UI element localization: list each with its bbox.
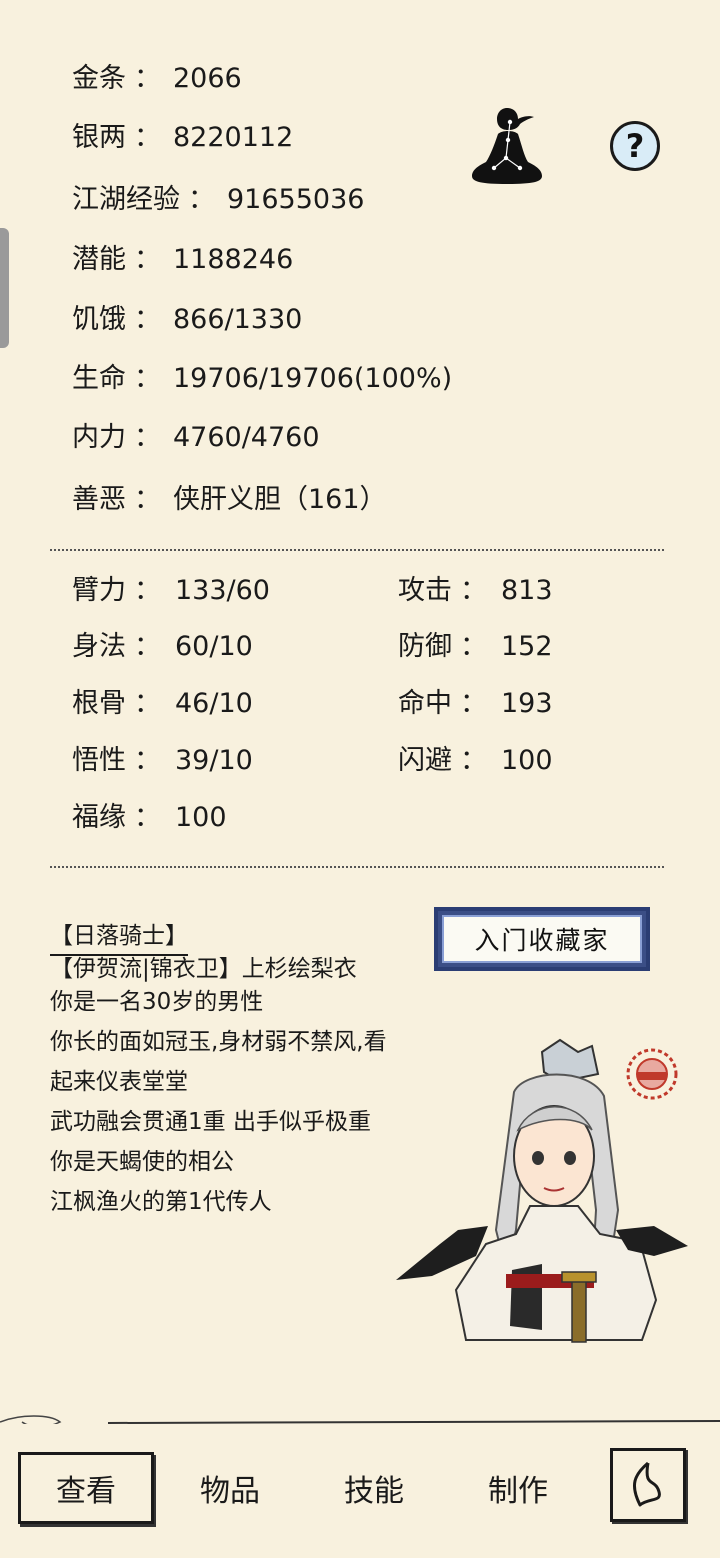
- attr-value: 39/10: [175, 745, 253, 776]
- bio-line: 你是天蝎使的相公: [50, 1149, 234, 1175]
- attr-separator: ：: [134, 631, 161, 662]
- bio-line: 武功融会贯通1重 出手似乎极重: [50, 1109, 371, 1135]
- stat-separator: ：: [134, 484, 161, 515]
- tab-items[interactable]: 物品: [162, 1452, 298, 1524]
- section-divider: [50, 549, 664, 551]
- stat-label: 金条: [72, 63, 126, 94]
- attr-value: 60/10: [175, 631, 253, 662]
- attr-separator: ：: [134, 745, 161, 776]
- stat-separator: ：: [134, 304, 161, 335]
- attr-separator: ：: [134, 802, 161, 833]
- attr-evasion: 闪避 ： 100: [398, 743, 553, 779]
- badge-label: 入门收藏家: [442, 915, 642, 963]
- attr-separator: ：: [460, 745, 487, 776]
- section-divider: [50, 866, 664, 868]
- attr-value: 46/10: [175, 688, 253, 719]
- stat-value: 侠肝义胆（161）: [173, 484, 387, 515]
- bio-line: 起来仪表堂堂: [50, 1069, 188, 1095]
- stat-value: 866/1330: [173, 304, 303, 335]
- attr-comprehension: 悟性 ： 39/10: [72, 743, 253, 779]
- attr-label: 身法: [72, 631, 126, 662]
- stat-value: 91655036: [227, 184, 365, 215]
- stat-value: 2066: [173, 63, 242, 94]
- attr-label: 攻击: [398, 575, 452, 606]
- stat-separator: ：: [188, 184, 215, 215]
- stat-separator: ：: [134, 363, 161, 394]
- attr-label: 根骨: [72, 688, 126, 719]
- attr-separator: ：: [460, 688, 487, 719]
- stat-hunger: 饥饿 ： 866/1330: [72, 302, 302, 338]
- stat-experience: 江湖经验 ： 91655036: [72, 182, 364, 218]
- bio-line: 【伊贺流|锦衣卫】上杉绘梨衣: [50, 956, 357, 982]
- attr-separator: ：: [460, 631, 487, 662]
- character-title[interactable]: 【日落骑士】: [50, 920, 188, 956]
- stat-silver: 银两 ： 8220112: [72, 120, 293, 156]
- attr-agility: 身法 ： 60/10: [72, 629, 253, 665]
- question-mark-icon[interactable]: ?: [610, 121, 660, 171]
- attr-label: 闪避: [398, 745, 452, 776]
- attr-value: 193: [501, 688, 553, 719]
- stat-label: 饥饿: [72, 304, 126, 335]
- stat-separator: ：: [134, 422, 161, 453]
- stat-health: 生命 ： 19706/19706(100%): [72, 361, 452, 397]
- stat-separator: ：: [134, 244, 161, 275]
- attr-value: 100: [501, 745, 553, 776]
- stat-label: 生命: [72, 363, 126, 394]
- stat-morality: 善恶 ： 侠肝义胆（161）: [72, 482, 387, 518]
- stat-gold-bars: 金条 ： 2066: [72, 61, 242, 97]
- stat-value: 4760/4760: [173, 422, 320, 453]
- attr-separator: ：: [460, 575, 487, 606]
- achievement-badge[interactable]: 入门收藏家: [434, 907, 650, 971]
- stat-label: 银两: [72, 122, 126, 153]
- bio-line: 你长的面如冠玉,身材弱不禁风,看: [50, 1029, 387, 1055]
- meditating-figure-icon[interactable]: [470, 104, 544, 186]
- attr-value: 813: [501, 575, 553, 606]
- tab-skills[interactable]: 技能: [306, 1452, 442, 1524]
- attr-defense: 防御 ： 152: [398, 629, 553, 665]
- attr-label: 臂力: [72, 575, 126, 606]
- attr-separator: ：: [134, 688, 161, 719]
- attr-attack: 攻击 ： 813: [398, 573, 553, 609]
- side-drawer-handle[interactable]: [0, 228, 9, 348]
- stat-potential: 潜能 ： 1188246: [72, 242, 293, 278]
- stat-label: 善恶: [72, 484, 126, 515]
- attr-label: 悟性: [72, 745, 126, 776]
- attr-accuracy: 命中 ： 193: [398, 686, 553, 722]
- stat-label: 潜能: [72, 244, 126, 275]
- back-button[interactable]: [610, 1448, 686, 1522]
- attr-label: 福缘: [72, 802, 126, 833]
- stat-value: 1188246: [173, 244, 294, 275]
- stat-label: 江湖经验: [72, 184, 180, 215]
- attr-strength: 臂力 ： 133/60: [72, 573, 270, 609]
- stat-separator: ：: [134, 122, 161, 153]
- back-arrow-icon: [632, 1461, 661, 1507]
- bio-line: 你是一名30岁的男性: [50, 989, 264, 1015]
- attr-separator: ：: [134, 575, 161, 606]
- attr-value: 133/60: [175, 575, 270, 606]
- attr-label: 防御: [398, 631, 452, 662]
- tab-crafting[interactable]: 制作: [450, 1452, 586, 1524]
- stat-inner-power: 内力 ： 4760/4760: [72, 420, 320, 456]
- tab-view[interactable]: 查看: [18, 1452, 154, 1524]
- stat-value: 8220112: [173, 122, 294, 153]
- bio-line: 江枫渔火的第1代传人: [50, 1189, 272, 1215]
- attr-label: 命中: [398, 688, 452, 719]
- character-portrait: [396, 1038, 688, 1343]
- stat-value: 19706/19706(100%): [173, 363, 453, 394]
- stat-separator: ：: [134, 63, 161, 94]
- stat-label: 内力: [72, 422, 126, 453]
- attr-value: 152: [501, 631, 553, 662]
- attr-value: 100: [175, 802, 227, 833]
- attr-fortune: 福缘 ： 100: [72, 800, 227, 836]
- attr-constitution: 根骨 ： 46/10: [72, 686, 253, 722]
